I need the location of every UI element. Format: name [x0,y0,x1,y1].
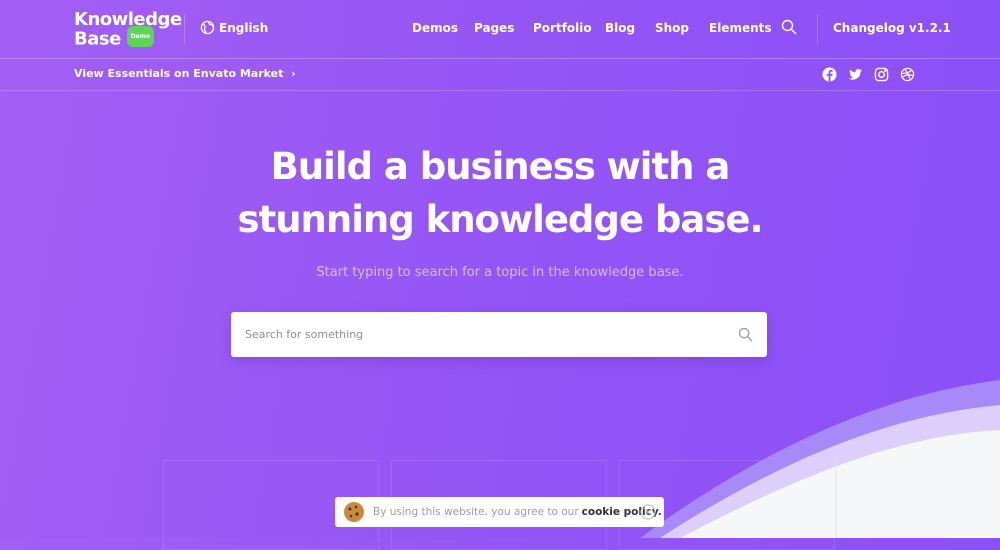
logo[interactable]: Knowledge Base Demo [74,10,182,50]
language-selector[interactable]: English [200,20,268,35]
nav-elements[interactable]: Elements [709,21,772,35]
search-icon[interactable] [738,327,753,342]
hero-subtitle: Start typing to search for a topic in th… [316,265,684,280]
top-navbar: Knowledge Base Demo English Demos Pages P… [0,0,1000,59]
nav-blog[interactable]: Blog [605,21,635,35]
nav-portfolio[interactable]: Portfolio [533,21,592,35]
nav-demos[interactable]: Demos [412,21,458,35]
nav-pages[interactable]: Pages [474,21,514,35]
envato-link[interactable]: View Essentials on Envato Market › [74,67,296,80]
chevron-right-icon: › [291,67,296,80]
search-box [231,312,767,357]
dribbble-icon[interactable] [900,67,915,82]
twitter-icon[interactable] [848,67,863,82]
hero-title: Build a business with a stunning knowledg… [237,145,763,241]
close-icon[interactable] [640,504,656,520]
divider [184,14,185,44]
cookie-icon [344,502,364,522]
nav-shop[interactable]: Shop [655,21,689,35]
instagram-icon[interactable] [874,67,889,82]
demo-badge: Demo [126,26,155,47]
social-links [822,67,915,82]
facebook-icon[interactable] [822,67,837,82]
search-input[interactable] [245,312,725,357]
cookie-banner: By using this website, you agree to our … [335,497,664,527]
divider [817,14,818,44]
changelog-link[interactable]: Changelog v1.2.1 [833,21,951,35]
search-icon[interactable] [781,19,797,35]
sub-bar: View Essentials on Envato Market › [0,60,1000,91]
globe-icon [200,20,215,35]
cookie-text: By using this website, you agree to our [373,506,579,518]
